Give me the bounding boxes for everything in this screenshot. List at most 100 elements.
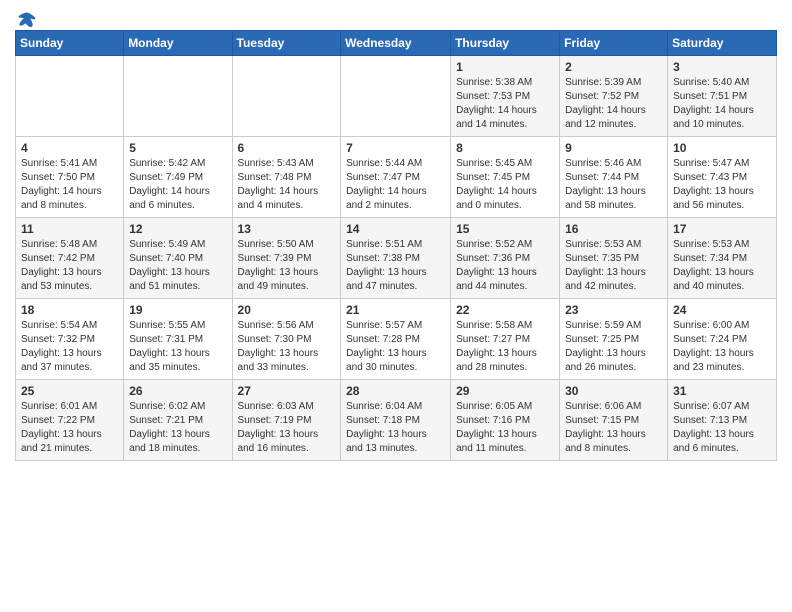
- calendar-cell: 30Sunrise: 6:06 AM Sunset: 7:15 PM Dayli…: [560, 380, 668, 461]
- day-number: 25: [21, 384, 118, 398]
- weekday-header-monday: Monday: [124, 31, 232, 56]
- day-number: 14: [346, 222, 445, 236]
- day-number: 4: [21, 141, 118, 155]
- day-info: Sunrise: 5:44 AM Sunset: 7:47 PM Dayligh…: [346, 157, 445, 213]
- day-info: Sunrise: 5:41 AM Sunset: 7:50 PM Dayligh…: [21, 157, 118, 213]
- calendar-week-3: 11 Sunrise: 5:48 AM Sunset: 7:42 PM Dayli…: [16, 218, 777, 299]
- day-number: 9: [565, 141, 662, 155]
- calendar-week-2: 4 Sunrise: 5:41 AM Sunset: 7:50 PM Daylig…: [16, 137, 777, 218]
- header: [15, 10, 777, 26]
- day-number: 13: [238, 222, 336, 236]
- day-info: Sunrise: 6:00 AM Sunset: 7:24 PM Dayligh…: [673, 319, 771, 375]
- day-info: Sunrise: 5:53 AM Sunset: 7:35 PM Dayligh…: [565, 238, 662, 294]
- calendar-cell: 12 Sunrise: 5:49 AM Sunset: 7:40 PM Dayli…: [124, 218, 232, 299]
- day-number: 31: [673, 384, 771, 398]
- calendar-cell: 31 Sunrise: 6:07 AM Sunset: 7:13 PM Dayli…: [668, 380, 777, 461]
- day-info: Sunrise: 5:42 AM Sunset: 7:49 PM Dayligh…: [129, 157, 226, 213]
- day-number: 29: [456, 384, 554, 398]
- day-info: Sunrise: 5:49 AM Sunset: 7:40 PM Dayligh…: [129, 238, 226, 294]
- logo-bird-icon: [17, 10, 37, 30]
- day-info: Sunrise: 5:40 AM Sunset: 7:51 PM Dayligh…: [673, 76, 771, 132]
- day-number: 21: [346, 303, 445, 317]
- calendar-cell: [16, 56, 124, 137]
- calendar-cell: [341, 56, 451, 137]
- day-info: Sunrise: 5:45 AM Sunset: 7:45 PM Dayligh…: [456, 157, 554, 213]
- day-number: 28: [346, 384, 445, 398]
- calendar-cell: 19Sunrise: 5:55 AM Sunset: 7:31 PM Dayli…: [124, 299, 232, 380]
- day-info: Sunrise: 5:43 AM Sunset: 7:48 PM Dayligh…: [238, 157, 336, 213]
- day-info: Sunrise: 6:04 AM Sunset: 7:18 PM Dayligh…: [346, 400, 445, 456]
- calendar-cell: 20 Sunrise: 5:56 AM Sunset: 7:30 PM Dayli…: [232, 299, 341, 380]
- weekday-header-saturday: Saturday: [668, 31, 777, 56]
- calendar-cell: 14 Sunrise: 5:51 AM Sunset: 7:38 PM Dayli…: [341, 218, 451, 299]
- day-number: 11: [21, 222, 118, 236]
- calendar-cell: 6 Sunrise: 5:43 AM Sunset: 7:48 PM Daylig…: [232, 137, 341, 218]
- day-info: Sunrise: 5:46 AM Sunset: 7:44 PM Dayligh…: [565, 157, 662, 213]
- calendar-cell: 1 Sunrise: 5:38 AM Sunset: 7:53 PM Daylig…: [451, 56, 560, 137]
- calendar-cell: 8 Sunrise: 5:45 AM Sunset: 7:45 PM Daylig…: [451, 137, 560, 218]
- day-info: Sunrise: 5:50 AM Sunset: 7:39 PM Dayligh…: [238, 238, 336, 294]
- calendar-cell: 5Sunrise: 5:42 AM Sunset: 7:49 PM Daylig…: [124, 137, 232, 218]
- calendar-cell: 17 Sunrise: 5:53 AM Sunset: 7:34 PM Dayli…: [668, 218, 777, 299]
- day-number: 10: [673, 141, 771, 155]
- day-info: Sunrise: 5:55 AM Sunset: 7:31 PM Dayligh…: [129, 319, 226, 375]
- day-number: 12: [129, 222, 226, 236]
- day-number: 2: [565, 60, 662, 74]
- calendar-cell: 23 Sunrise: 5:59 AM Sunset: 7:25 PM Dayli…: [560, 299, 668, 380]
- calendar-cell: 27Sunrise: 6:03 AM Sunset: 7:19 PM Dayli…: [232, 380, 341, 461]
- day-info: Sunrise: 5:51 AM Sunset: 7:38 PM Dayligh…: [346, 238, 445, 294]
- day-info: Sunrise: 5:48 AM Sunset: 7:42 PM Dayligh…: [21, 238, 118, 294]
- day-info: Sunrise: 5:56 AM Sunset: 7:30 PM Dayligh…: [238, 319, 336, 375]
- calendar-cell: 9 Sunrise: 5:46 AM Sunset: 7:44 PM Daylig…: [560, 137, 668, 218]
- calendar-cell: 22 Sunrise: 5:58 AM Sunset: 7:27 PM Dayli…: [451, 299, 560, 380]
- calendar-cell: 11 Sunrise: 5:48 AM Sunset: 7:42 PM Dayli…: [16, 218, 124, 299]
- day-info: Sunrise: 6:03 AM Sunset: 7:19 PM Dayligh…: [238, 400, 336, 456]
- day-number: 1: [456, 60, 554, 74]
- calendar-body: 1 Sunrise: 5:38 AM Sunset: 7:53 PM Daylig…: [16, 56, 777, 461]
- calendar-cell: 13 Sunrise: 5:50 AM Sunset: 7:39 PM Dayli…: [232, 218, 341, 299]
- calendar-cell: 4 Sunrise: 5:41 AM Sunset: 7:50 PM Daylig…: [16, 137, 124, 218]
- calendar-header: SundayMondayTuesdayWednesdayThursdayFrid…: [16, 31, 777, 56]
- weekday-header-sunday: Sunday: [16, 31, 124, 56]
- calendar-cell: [232, 56, 341, 137]
- weekday-row: SundayMondayTuesdayWednesdayThursdayFrid…: [16, 31, 777, 56]
- calendar-week-1: 1 Sunrise: 5:38 AM Sunset: 7:53 PM Daylig…: [16, 56, 777, 137]
- calendar-cell: 16 Sunrise: 5:53 AM Sunset: 7:35 PM Dayli…: [560, 218, 668, 299]
- day-number: 30: [565, 384, 662, 398]
- day-info: Sunrise: 5:38 AM Sunset: 7:53 PM Dayligh…: [456, 76, 554, 132]
- weekday-header-wednesday: Wednesday: [341, 31, 451, 56]
- calendar-cell: 26Sunrise: 6:02 AM Sunset: 7:21 PM Dayli…: [124, 380, 232, 461]
- day-number: 20: [238, 303, 336, 317]
- calendar-cell: 2Sunrise: 5:39 AM Sunset: 7:52 PM Daylig…: [560, 56, 668, 137]
- calendar-cell: 24Sunrise: 6:00 AM Sunset: 7:24 PM Dayli…: [668, 299, 777, 380]
- day-info: Sunrise: 5:54 AM Sunset: 7:32 PM Dayligh…: [21, 319, 118, 375]
- day-number: 16: [565, 222, 662, 236]
- day-info: Sunrise: 6:05 AM Sunset: 7:16 PM Dayligh…: [456, 400, 554, 456]
- day-number: 18: [21, 303, 118, 317]
- calendar-cell: 3 Sunrise: 5:40 AM Sunset: 7:51 PM Daylig…: [668, 56, 777, 137]
- day-number: 15: [456, 222, 554, 236]
- calendar-cell: 29 Sunrise: 6:05 AM Sunset: 7:16 PM Dayli…: [451, 380, 560, 461]
- calendar-cell: 10Sunrise: 5:47 AM Sunset: 7:43 PM Dayli…: [668, 137, 777, 218]
- calendar-cell: 15Sunrise: 5:52 AM Sunset: 7:36 PM Dayli…: [451, 218, 560, 299]
- day-number: 17: [673, 222, 771, 236]
- day-number: 7: [346, 141, 445, 155]
- day-number: 22: [456, 303, 554, 317]
- calendar-cell: 7 Sunrise: 5:44 AM Sunset: 7:47 PM Daylig…: [341, 137, 451, 218]
- calendar-cell: 28 Sunrise: 6:04 AM Sunset: 7:18 PM Dayli…: [341, 380, 451, 461]
- day-number: 8: [456, 141, 554, 155]
- page-container: SundayMondayTuesdayWednesdayThursdayFrid…: [0, 0, 792, 471]
- calendar-cell: 21Sunrise: 5:57 AM Sunset: 7:28 PM Dayli…: [341, 299, 451, 380]
- day-number: 23: [565, 303, 662, 317]
- day-info: Sunrise: 5:58 AM Sunset: 7:27 PM Dayligh…: [456, 319, 554, 375]
- day-info: Sunrise: 6:07 AM Sunset: 7:13 PM Dayligh…: [673, 400, 771, 456]
- day-number: 3: [673, 60, 771, 74]
- calendar-week-5: 25 Sunrise: 6:01 AM Sunset: 7:22 PM Dayli…: [16, 380, 777, 461]
- day-info: Sunrise: 6:01 AM Sunset: 7:22 PM Dayligh…: [21, 400, 118, 456]
- day-info: Sunrise: 5:59 AM Sunset: 7:25 PM Dayligh…: [565, 319, 662, 375]
- day-info: Sunrise: 5:53 AM Sunset: 7:34 PM Dayligh…: [673, 238, 771, 294]
- logo: [15, 10, 37, 26]
- calendar-cell: [124, 56, 232, 137]
- calendar-table: SundayMondayTuesdayWednesdayThursdayFrid…: [15, 30, 777, 461]
- day-number: 6: [238, 141, 336, 155]
